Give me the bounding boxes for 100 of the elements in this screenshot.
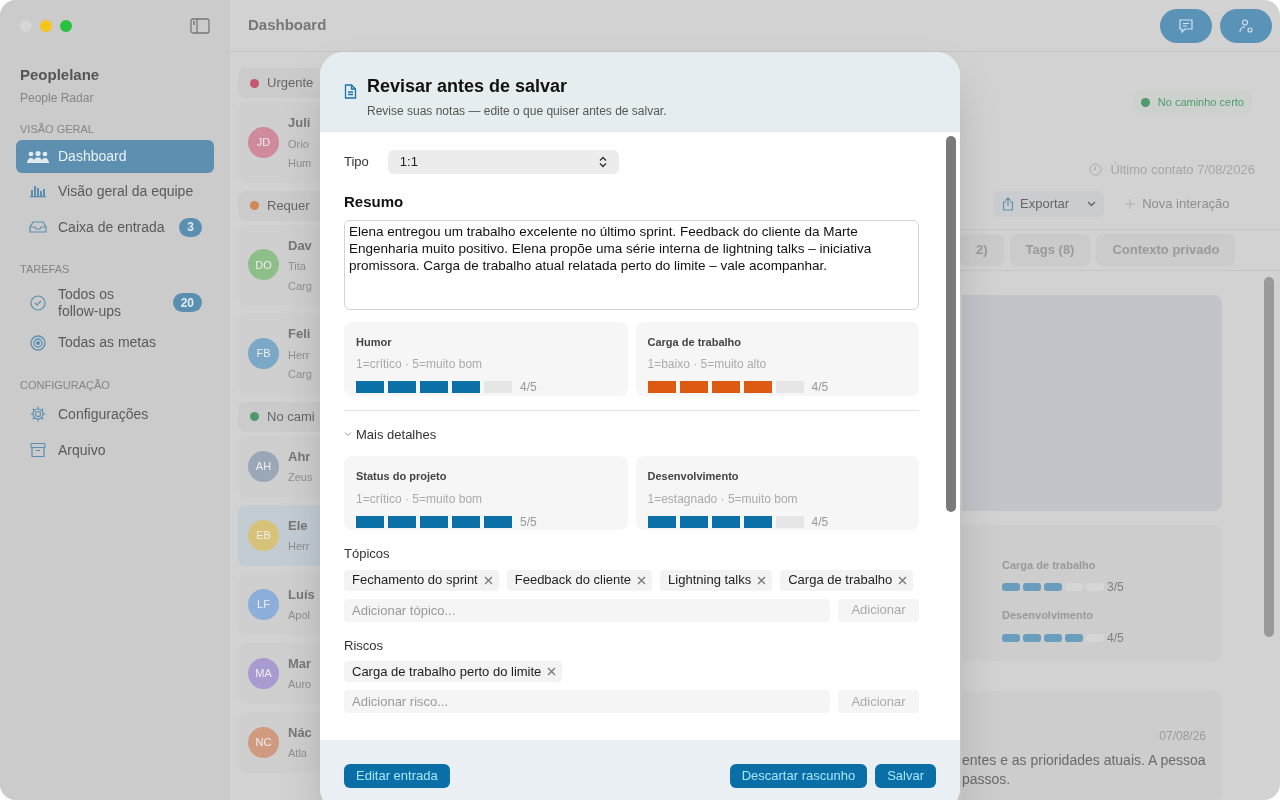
sidebar-item[interactable]: Caixa de entrada 3 (16, 209, 214, 245)
group-header[interactable]: No cami (238, 401, 320, 432)
avatar: EB (248, 519, 279, 551)
scrollbar-thumb[interactable] (946, 136, 956, 512)
rating-label: Humor (356, 334, 393, 350)
rating-label: Desenvolvimento (647, 469, 740, 484)
summary-field[interactable]: Elena entregou um trabalho excelente no último sprint. Feedback do cliente da Marte Engenharia muito positivo. Elena propõe uma série interna de lightning talks – iniciativa promissora. Carga de trabalho atual relatada perto do limite – vale acompanhar. (344, 219, 919, 310)
sidebar-item[interactable]: Todos os follow-ups 20 (16, 280, 214, 325)
chevron-down-icon (344, 431, 352, 438)
app-name: Peoplelane (20, 65, 101, 85)
plus-icon (1124, 197, 1137, 210)
person-detail: Carg (288, 278, 312, 294)
tag: Carga de trabalho perto do limite (344, 661, 563, 682)
person-name: Dav (288, 236, 312, 255)
rating-scale: 1=crítico · 5=muito bom (356, 490, 484, 508)
bar-chart-icon (29, 184, 47, 198)
avatar: JD (248, 126, 279, 158)
person-detail: Tita (288, 259, 307, 274)
group-header[interactable]: Requer (238, 190, 320, 221)
person-detail: Zeus (288, 470, 313, 485)
person-detail: Hum (288, 156, 312, 171)
sidebar-item[interactable]: Visão geral da equipe (16, 173, 214, 209)
group-header[interactable]: Urgente (238, 68, 320, 98)
dialog-subtitle: Revise suas notas — edite o que quiser antes de salvar. (367, 103, 667, 120)
type-select[interactable]: 1:1 (387, 150, 619, 174)
count-badge: 3 (179, 217, 202, 237)
export-button[interactable]: Exportar (994, 190, 1105, 217)
remove-icon[interactable] (547, 667, 557, 676)
tag: Feedback do cliente (506, 569, 653, 591)
chat-icon (1178, 17, 1194, 34)
sidebar-item[interactable]: Dashboard (16, 140, 214, 173)
person-name: Juli (288, 114, 312, 132)
section-heading: VISÃO GERAL (20, 121, 95, 137)
rating-label: Status do projeto (356, 469, 448, 484)
sidebar-item[interactable]: Todas as metas (16, 324, 214, 361)
details-toggle[interactable]: Mais detalhes (344, 424, 919, 444)
sidebar-toggle-icon[interactable] (190, 18, 210, 34)
add-button[interactable]: Adicionar (838, 690, 919, 713)
footer-button[interactable]: Salvar (875, 764, 936, 788)
section-label: Resumo (344, 192, 405, 212)
sidebar-item[interactable]: Arquivo (16, 432, 214, 468)
rating-label: Carga de trabalho (647, 334, 743, 350)
avatar: NC (248, 726, 279, 758)
person-detail: Herr (288, 539, 310, 554)
remove-icon[interactable] (898, 575, 908, 585)
clock-icon (1089, 163, 1103, 177)
edit-entry-button[interactable]: Editar entrada (344, 764, 450, 788)
person-detail: Carg (288, 367, 312, 382)
check-circle-icon (29, 293, 47, 312)
remove-icon[interactable] (483, 575, 493, 585)
avatar: AH (248, 450, 279, 482)
person-card[interactable]: EB Ele Herr (238, 504, 320, 566)
tag: Carga de trabalho (780, 569, 914, 591)
rating-value: 5/5 (520, 513, 537, 531)
tag-input-field[interactable]: Adicionar tópico... (344, 598, 830, 622)
remove-icon[interactable] (637, 575, 647, 585)
count-badge: 20 (172, 293, 202, 312)
dialog-title: Revisar antes de salvar (367, 75, 569, 98)
add-button[interactable]: Adicionar (838, 598, 919, 622)
rating-scale: 1=estagnado · 5=muito bom (647, 490, 799, 508)
status-badge: No caminho certo (1132, 90, 1252, 114)
rating-value: 4/5 (520, 379, 537, 396)
tag: Fechamento do sprint (344, 569, 499, 591)
app-subtitle: People Radar (20, 89, 95, 107)
settings-icon (29, 405, 47, 423)
person-settings-icon (1238, 17, 1254, 34)
section-label: Tópicos (344, 545, 391, 563)
person-name: Mar (288, 654, 312, 673)
chevron-down-icon (1087, 200, 1097, 207)
remove-icon[interactable] (757, 575, 767, 585)
avatar: FB (248, 337, 279, 369)
avatar: MA (248, 657, 279, 689)
section-label: Riscos (344, 636, 384, 655)
rating-scale: 1=baixo · 5=muito alto (647, 356, 768, 373)
person-name: Ahr (288, 447, 312, 466)
tag-input-field[interactable]: Adicionar risco... (344, 690, 830, 713)
scrollbar-thumb[interactable] (1264, 276, 1274, 637)
section-heading: CONFIGURAÇÃO (20, 377, 111, 393)
person-name: Ele (288, 516, 309, 535)
section-heading: TAREFAS (20, 262, 71, 277)
rating-value: 4/5 (811, 379, 829, 396)
people-icon (26, 149, 50, 164)
up-down-chevron-icon (598, 156, 607, 168)
person-detail: Auro (288, 677, 312, 692)
rating-value: 4/5 (1107, 629, 1124, 647)
person-detail: Apol (288, 608, 312, 623)
person-name: Feli (288, 325, 312, 343)
person-settings-button[interactable] (1220, 8, 1272, 43)
tag: Lightning talks (660, 569, 773, 591)
footer-button[interactable]: Descartar rascunho (729, 764, 868, 788)
inbox-tray-icon (29, 220, 47, 234)
person-detail: Orio (288, 136, 310, 152)
avatar: DO (248, 249, 279, 281)
archive-box-icon (29, 441, 47, 459)
sidebar-item[interactable]: Configurações (16, 396, 214, 432)
share-icon (1002, 196, 1014, 211)
avatar: LF (248, 588, 279, 620)
chat-button[interactable] (1160, 8, 1212, 43)
target-icon (29, 333, 47, 352)
document-icon (344, 84, 357, 99)
